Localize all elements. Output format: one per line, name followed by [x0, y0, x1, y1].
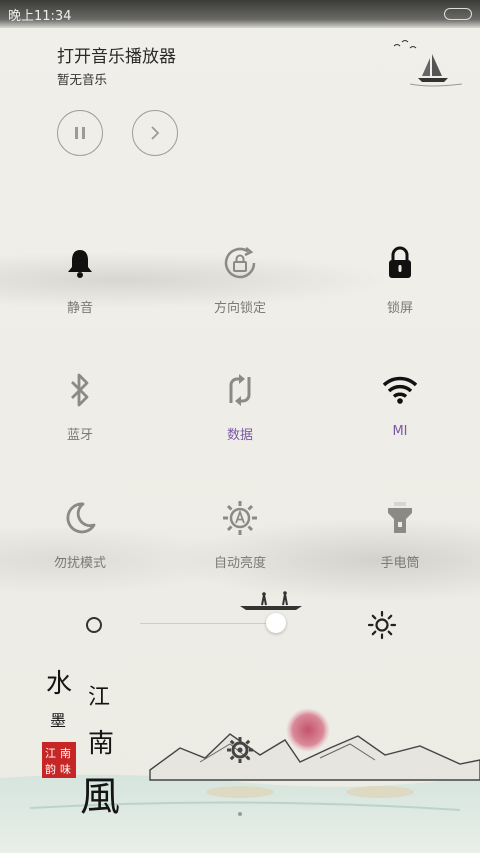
tile-wifi[interactable]: MI — [320, 372, 480, 482]
calligraphy-char-1: 水 — [46, 669, 72, 699]
tile-flashlight[interactable]: 手电筒 — [320, 500, 480, 610]
moon-icon — [62, 500, 98, 536]
calligraphy-char-5: 風 — [80, 774, 120, 820]
wifi-icon — [382, 372, 418, 408]
tile-mobile-data[interactable]: 数据 — [160, 372, 320, 482]
tile-mute[interactable]: 静音 — [0, 245, 160, 355]
svg-text:江: 江 — [45, 747, 56, 760]
data-sync-icon — [222, 372, 258, 408]
sailboat-illustration — [393, 40, 463, 87]
rotation-lock-icon — [222, 245, 258, 281]
brightness-min-icon — [86, 617, 102, 633]
tile-rotation-lock[interactable]: 方向锁定 — [160, 245, 320, 355]
bell-icon — [62, 245, 98, 281]
battery-icon — [444, 8, 472, 20]
tile-lock-screen[interactable]: 锁屏 — [320, 245, 480, 355]
tile-label: 蓝牙 — [66, 428, 93, 443]
tile-label: MI — [392, 424, 408, 439]
settings-gear-icon[interactable] — [226, 736, 254, 764]
music-player-title[interactable]: 打开音乐播放器 — [57, 42, 176, 67]
tile-label: 静音 — [66, 301, 93, 316]
tile-do-not-disturb[interactable]: 勿扰模式 — [0, 500, 160, 610]
music-status: 暂无音乐 — [57, 72, 108, 87]
fishing-boat-illustration — [240, 591, 302, 610]
tile-label: 自动亮度 — [213, 556, 266, 571]
pause-icon — [75, 127, 85, 139]
bluetooth-icon — [62, 372, 98, 408]
tile-label: 锁屏 — [386, 301, 413, 316]
calligraphy-char-4: 南 — [88, 729, 114, 759]
calligraphy-char-3: 江 — [88, 685, 110, 710]
calligraphy-title: 水 墨 江 南 風 江 南 韵 味 — [42, 669, 120, 820]
tile-label: 方向锁定 — [213, 301, 266, 316]
pause-button[interactable] — [57, 110, 103, 156]
tile-label: 数据 — [226, 428, 253, 443]
brightness-slider[interactable] — [140, 623, 276, 624]
tile-bluetooth[interactable]: 蓝牙 — [0, 372, 160, 482]
page-indicator — [238, 812, 242, 816]
svg-text:味: 味 — [60, 763, 71, 776]
status-bar: 晚上11:34 — [0, 0, 480, 28]
svg-text:韵: 韵 — [45, 762, 56, 776]
chevron-right-icon — [151, 126, 160, 140]
svg-text:南: 南 — [60, 747, 71, 760]
tile-label: 勿扰模式 — [53, 556, 106, 571]
flashlight-icon — [382, 500, 418, 536]
auto-brightness-icon — [222, 500, 258, 536]
next-button[interactable] — [132, 110, 178, 156]
calligraphy-char-2: 墨 — [50, 711, 66, 730]
padlock-icon — [382, 245, 418, 281]
brightness-slider-thumb[interactable] — [266, 613, 286, 633]
tile-label: 手电筒 — [380, 556, 420, 571]
sun-icon — [367, 610, 397, 640]
status-time: 晚上11:34 — [8, 9, 72, 24]
